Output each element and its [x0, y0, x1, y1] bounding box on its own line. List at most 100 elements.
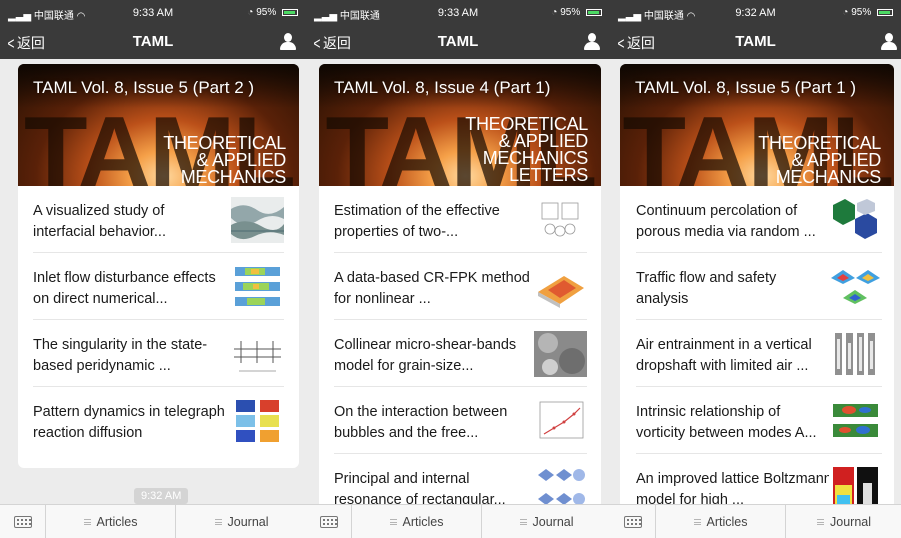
- status-bar: ▂▃▅ 中国联通 9:33 AM ◔ 95%: [306, 0, 610, 25]
- article-thumbnail: [231, 264, 284, 310]
- alarm-icon: ◔: [842, 7, 849, 18]
- menu-icon: [817, 519, 824, 525]
- tab-label: Articles: [402, 515, 444, 529]
- keyboard-toggle[interactable]: [610, 505, 656, 538]
- battery-percent: 95%: [851, 7, 872, 18]
- tab-articles[interactable]: Articles: [656, 505, 786, 538]
- nav-title: TAML: [437, 33, 479, 50]
- article-item[interactable]: Air entrainment in a vertical dropshaft …: [636, 320, 882, 387]
- article-item[interactable]: The singularity in the state-based perid…: [33, 320, 284, 387]
- article-item[interactable]: Intrinsic relationship of vorticity betw…: [636, 387, 882, 454]
- article-thumbnail: [534, 331, 587, 377]
- bottom-menu-bar: Articles Journal: [610, 504, 901, 538]
- article-thumbnail: [829, 331, 882, 377]
- tab-journal[interactable]: Journal: [483, 505, 610, 538]
- nav-bar: < 返回 TAML: [610, 25, 901, 59]
- article-title: A visualized study of interfacial behavi…: [33, 203, 166, 240]
- tab-label: Journal: [532, 515, 574, 529]
- article-item[interactable]: A data-based CR-FPK method for nonlinear…: [334, 253, 587, 320]
- message-timestamp: 9:32 AM: [134, 488, 189, 504]
- article-thumbnail: [231, 197, 284, 243]
- person-icon[interactable]: [280, 33, 296, 50]
- article-thumbnail: [829, 398, 882, 444]
- article-item[interactable]: Continuum percolation of porous media vi…: [636, 186, 882, 253]
- tab-articles[interactable]: Articles: [46, 505, 176, 538]
- keyboard-icon: [624, 516, 642, 528]
- battery-percent: 95%: [560, 7, 581, 18]
- article-item[interactable]: Principal and internal resonance of rect…: [334, 454, 587, 509]
- article-thumbnail: [534, 465, 587, 509]
- issue-title: TAML Vol. 8, Issue 5 (Part 2 ): [33, 78, 255, 97]
- status-right: ◔ 95%: [247, 7, 298, 18]
- article-item[interactable]: An improved lattice Boltzmann model for …: [636, 454, 882, 509]
- keyboard-toggle[interactable]: [0, 505, 46, 538]
- article-title: Collinear micro-shear-bands model for gr…: [334, 337, 517, 374]
- article-title: Principal and internal resonance of rect…: [334, 471, 506, 508]
- article-title: Pattern dynamics in telegraph reaction d…: [33, 404, 225, 441]
- tab-label: Journal: [830, 515, 871, 529]
- bottom-menu-bar: Articles Journal: [306, 504, 610, 538]
- article-title: Intrinsic relationship of vorticity betw…: [636, 404, 817, 441]
- keyboard-toggle[interactable]: [306, 505, 352, 538]
- keyboard-icon: [14, 516, 32, 528]
- menu-icon: [83, 519, 91, 525]
- issue-title: TAML Vol. 8, Issue 5 (Part 1 ): [635, 78, 857, 97]
- tab-label: Articles: [706, 515, 748, 529]
- article-title: Traffic flow and safety analysis: [636, 270, 777, 307]
- article-item[interactable]: Estimation of the effective properties o…: [334, 186, 587, 253]
- status-right: ◔ 95%: [551, 7, 602, 18]
- person-icon[interactable]: [881, 33, 897, 50]
- article-thumbnail: [829, 465, 882, 509]
- battery-percent: 95%: [256, 7, 277, 18]
- article-item[interactable]: Collinear micro-shear-bands model for gr…: [334, 320, 587, 387]
- menu-icon: [389, 519, 397, 525]
- journal-name: THEORETICAL & APPLIED MECHANICS: [758, 133, 881, 186]
- article-title: A data-based CR-FPK method for nonlinear…: [334, 270, 530, 307]
- person-icon[interactable]: [584, 33, 600, 50]
- issue-banner[interactable]: TAML TAML Vol. 8, Issue 4 (Part 1) THEOR…: [319, 64, 601, 186]
- tab-label: Articles: [96, 515, 138, 529]
- article-thumbnail: [534, 398, 587, 444]
- article-title: Continuum percolation of porous media vi…: [636, 203, 816, 240]
- article-title: Inlet flow disturbance effects on direct…: [33, 270, 216, 307]
- bottom-menu-bar: Articles Journal: [0, 504, 306, 538]
- nav-title: TAML: [132, 33, 174, 50]
- tab-label: Journal: [227, 515, 269, 529]
- battery-icon: [877, 9, 893, 16]
- tab-journal[interactable]: Journal: [177, 505, 306, 538]
- issue-card: TAML TAML Vol. 8, Issue 5 (Part 2 ) THEO…: [18, 64, 299, 468]
- article-thumbnail: [534, 264, 587, 310]
- issue-banner[interactable]: TAML TAML Vol. 8, Issue 5 (Part 2 ) THEO…: [18, 64, 299, 186]
- article-title: An improved lattice Boltzmann model for …: [636, 471, 832, 508]
- article-thumbnail: [231, 331, 284, 377]
- issue-banner[interactable]: TAML TAML Vol. 8, Issue 5 (Part 1 ) THEO…: [620, 64, 894, 186]
- article-item[interactable]: A visualized study of interfacial behavi…: [33, 186, 284, 253]
- keyboard-icon: [320, 516, 338, 528]
- status-right: ◔ 95%: [842, 7, 893, 18]
- journal-name: THEORETICAL & APPLIED MECHANICS: [163, 133, 286, 186]
- article-item[interactable]: Inlet flow disturbance effects on direct…: [33, 253, 284, 320]
- menu-icon: [519, 519, 527, 525]
- article-thumbnail: [534, 197, 587, 243]
- article-thumbnail: [231, 398, 284, 444]
- phone-screen-3: ▂▃▅ 中国联通 ◠ 9:32 AM ◔ 95% < 返回 TAML TAML T…: [610, 0, 901, 538]
- article-title: Estimation of the effective properties o…: [334, 203, 500, 240]
- issue-title: TAML Vol. 8, Issue 4 (Part 1): [334, 78, 551, 97]
- status-bar: ▂▃▅ 中国联通 ◠ 9:32 AM ◔ 95%: [610, 0, 901, 25]
- status-bar: ▂▃▅ 中国联通 ◠ 9:33 AM ◔ 95%: [0, 0, 306, 25]
- menu-icon: [214, 519, 222, 525]
- battery-icon: [586, 9, 602, 16]
- article-item[interactable]: Traffic flow and safety analysis: [636, 253, 882, 320]
- article-title: Air entrainment in a vertical dropshaft …: [636, 337, 812, 374]
- alarm-icon: ◔: [247, 7, 254, 18]
- tab-journal[interactable]: Journal: [787, 505, 901, 538]
- article-item[interactable]: Pattern dynamics in telegraph reaction d…: [33, 387, 284, 454]
- article-title: On the interaction between bubbles and t…: [334, 404, 508, 441]
- phone-screen-1: ▂▃▅ 中国联通 ◠ 9:33 AM ◔ 95% < 返回 TAML TAML T…: [0, 0, 306, 538]
- tab-articles[interactable]: Articles: [352, 505, 482, 538]
- article-item[interactable]: On the interaction between bubbles and t…: [334, 387, 587, 454]
- nav-title: TAML: [735, 33, 776, 50]
- alarm-icon: ◔: [551, 7, 558, 18]
- phone-screen-2: ▂▃▅ 中国联通 9:33 AM ◔ 95% < 返回 TAML TAML TAM…: [306, 0, 610, 538]
- article-thumbnail: [829, 197, 882, 243]
